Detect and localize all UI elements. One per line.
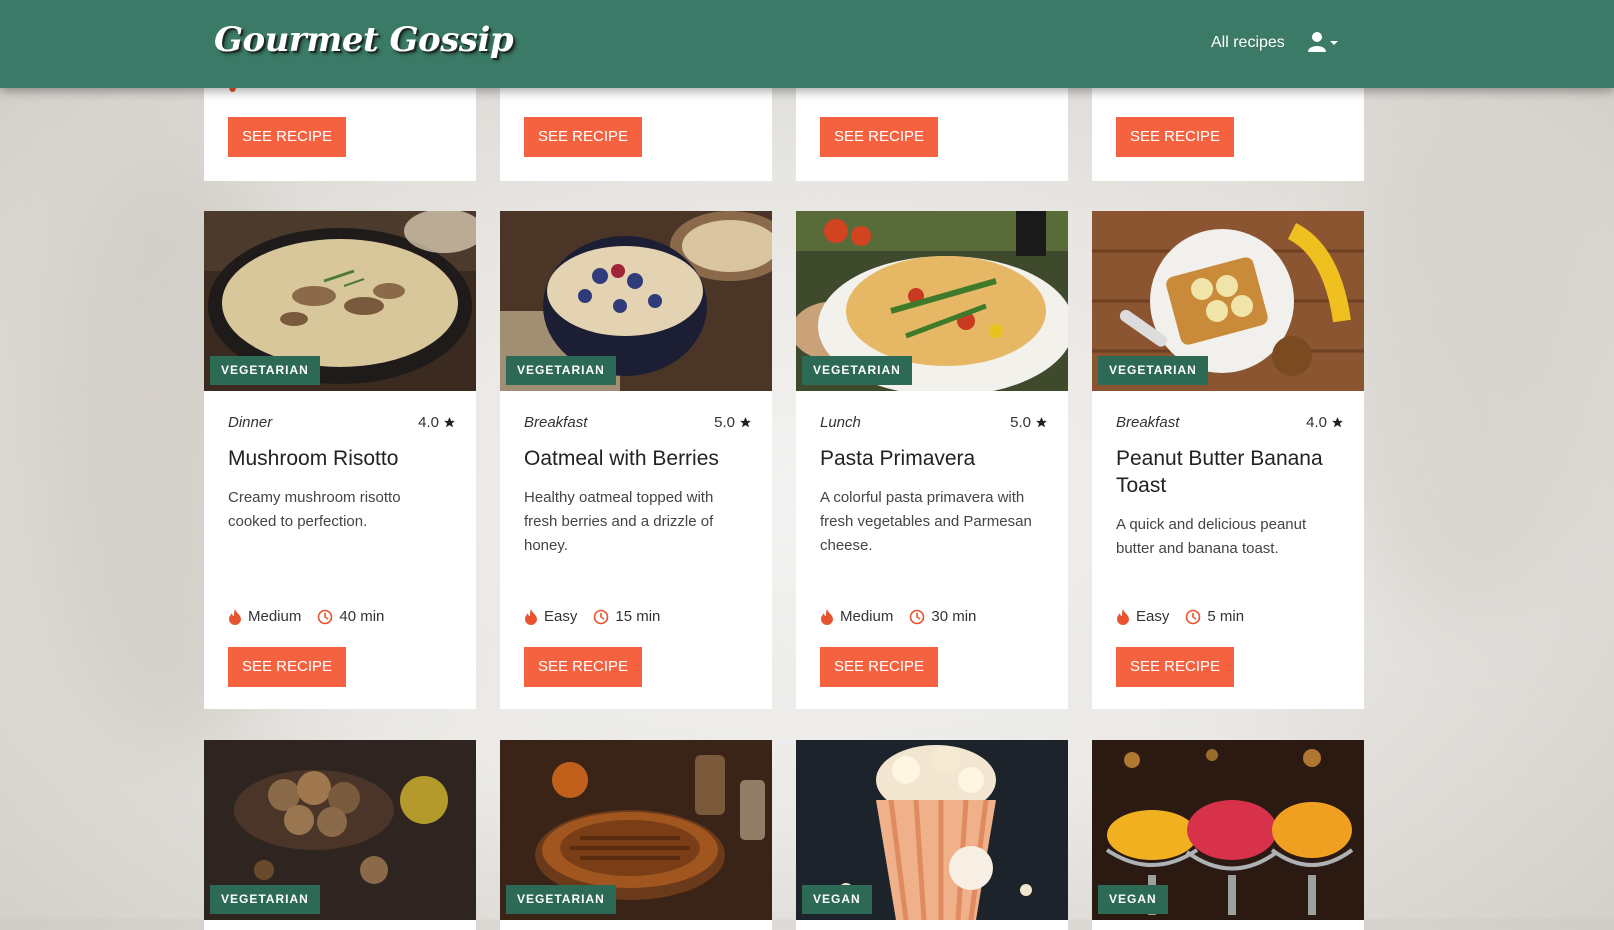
time-label: 30 min [931, 608, 977, 625]
card-stats: Medium 40 min [228, 608, 400, 625]
diet-badge: VEGETARIAN [210, 885, 320, 914]
user-menu-dropdown[interactable] [1308, 30, 1348, 56]
recipe-description: A colorful pasta primavera with fresh ve… [820, 489, 1032, 554]
flame-icon [229, 608, 241, 625]
recipe-card[interactable]: VEGETARIAN Breakfast 5.0 Oatmeal with Be… [500, 211, 772, 709]
recipe-image[interactable]: VEGAN [796, 740, 1068, 920]
recipe-card[interactable]: VEGETARIAN Lunch 5.0 Pasta Primavera A c… [796, 211, 1068, 709]
see-recipe-button[interactable]: SEE RECIPE [228, 647, 346, 687]
diet-badge: VEGETARIAN [210, 356, 320, 385]
flame-icon [525, 608, 537, 625]
recipe-card[interactable]: VEGAN [796, 740, 1068, 930]
time-label: 15 min [615, 608, 661, 625]
time-stat: 5 min [1185, 608, 1244, 625]
see-recipe-button[interactable]: SEE RECIPE [524, 117, 642, 157]
recipe-image[interactable]: VEGETARIAN [204, 211, 476, 391]
see-recipe-button[interactable]: SEE RECIPE [524, 647, 642, 687]
rating-value: 5.0 [1010, 414, 1031, 431]
time-label: 40 min [339, 608, 385, 625]
star-icon [444, 417, 455, 428]
chevron-down-icon [1330, 41, 1338, 45]
flame-icon [1117, 608, 1129, 625]
rating-value: 4.0 [1306, 414, 1327, 431]
background-blur [1330, 120, 1590, 620]
recipe-description: A quick and delicious peanut butter and … [1116, 516, 1307, 557]
star-icon [1036, 417, 1047, 428]
card-stats: Medium 30 min [820, 608, 992, 625]
difficulty-label: Easy [544, 608, 578, 625]
recipe-rating: 5.0 [714, 414, 752, 431]
recipe-image[interactable]: VEGETARIAN [500, 740, 772, 920]
card-stats: Easy 5 min [1116, 608, 1260, 625]
flame-icon [821, 608, 833, 625]
recipe-category: Breakfast [1116, 414, 1180, 431]
difficulty-stat: Medium [820, 608, 893, 625]
recipe-card[interactable]: VEGETARIAN [204, 740, 476, 930]
see-recipe-button[interactable]: SEE RECIPE [228, 117, 346, 157]
recipe-card[interactable]: VEGETARIAN Dinner 4.0 Mushroom Risotto C… [204, 211, 476, 709]
recipe-image[interactable]: VEGETARIAN [204, 740, 476, 920]
clock-icon [1186, 609, 1201, 624]
diet-badge: VEGETARIAN [506, 885, 616, 914]
time-stat: 40 min [317, 608, 384, 625]
star-icon [740, 417, 751, 428]
difficulty-stat: Easy [1116, 608, 1169, 625]
diet-badge: VEGAN [802, 885, 872, 914]
recipe-image[interactable]: VEGETARIAN [796, 211, 1068, 391]
recipe-image[interactable]: VEGETARIAN [500, 211, 772, 391]
recipe-image[interactable]: VEGAN [1092, 740, 1364, 920]
recipe-card[interactable]: VEGAN [1092, 740, 1364, 930]
user-icon [1308, 32, 1338, 52]
diet-badge: VEGETARIAN [1098, 356, 1208, 385]
recipe-category: Breakfast [524, 414, 588, 431]
see-recipe-button[interactable]: SEE RECIPE [820, 647, 938, 687]
difficulty-stat: Medium [228, 608, 301, 625]
site-logo[interactable]: Gourmet Gossip [214, 20, 514, 60]
recipe-category: Lunch [820, 414, 861, 431]
recipe-title[interactable]: Pasta Primavera [820, 445, 1048, 472]
rating-value: 5.0 [714, 414, 735, 431]
see-recipe-button[interactable]: SEE RECIPE [1116, 647, 1234, 687]
difficulty-label: Medium [248, 608, 302, 625]
time-stat: 30 min [909, 608, 976, 625]
diet-badge: VEGETARIAN [802, 356, 912, 385]
clock-icon [594, 609, 609, 624]
recipe-rating: 5.0 [1010, 414, 1048, 431]
recipe-card[interactable]: VEGETARIAN [500, 740, 772, 930]
diet-badge: VEGETARIAN [506, 356, 616, 385]
see-recipe-button[interactable]: SEE RECIPE [1116, 117, 1234, 157]
see-recipe-button[interactable]: SEE RECIPE [820, 117, 938, 157]
time-stat: 15 min [593, 608, 660, 625]
difficulty-label: Medium [840, 608, 894, 625]
recipe-title[interactable]: Mushroom Risotto [228, 445, 456, 472]
card-stats: Easy 15 min [524, 608, 676, 625]
time-label: 5 min [1207, 608, 1245, 625]
recipe-card[interactable]: VEGETARIAN Breakfast 4.0 Peanut Butter B… [1092, 211, 1364, 709]
star-icon [1332, 417, 1343, 428]
difficulty-stat: Easy [524, 608, 577, 625]
recipe-title[interactable]: Oatmeal with Berries [524, 445, 752, 472]
recipe-image[interactable]: VEGETARIAN [1092, 211, 1364, 391]
recipe-rating: 4.0 [418, 414, 456, 431]
recipe-description: Creamy mushroom risotto cooked to perfec… [228, 489, 401, 530]
recipe-rating: 4.0 [1306, 414, 1344, 431]
top-navbar: Gourmet Gossip All recipes [0, 0, 1614, 88]
nav-all-recipes-link[interactable]: All recipes [1211, 34, 1285, 52]
difficulty-label: Easy [1136, 608, 1170, 625]
recipe-description: Healthy oatmeal topped with fresh berrie… [524, 489, 714, 554]
clock-icon [318, 609, 333, 624]
recipe-title[interactable]: Peanut Butter Banana Toast [1116, 445, 1344, 499]
recipe-category: Dinner [228, 414, 273, 431]
rating-value: 4.0 [418, 414, 439, 431]
clock-icon [910, 609, 925, 624]
diet-badge: VEGAN [1098, 885, 1168, 914]
